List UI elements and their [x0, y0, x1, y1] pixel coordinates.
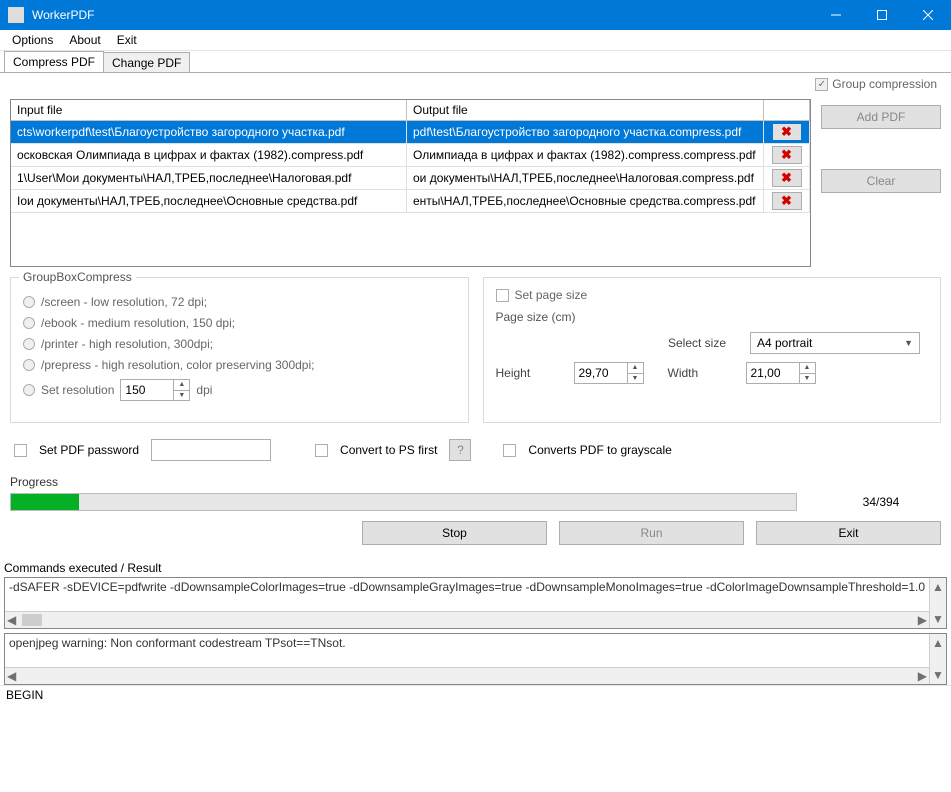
files-table[interactable]: Input file Output file cts\workerpdf\tes…	[10, 99, 811, 267]
stop-button[interactable]: Stop	[362, 521, 547, 545]
col-output-file[interactable]: Output file	[407, 100, 764, 121]
status-bar: BEGIN	[0, 685, 951, 704]
spin-down-icon[interactable]: ▼	[800, 374, 815, 384]
delete-row-button[interactable]: ✖	[772, 169, 802, 187]
progress-text: 34/394	[821, 495, 941, 509]
delete-row-button[interactable]: ✖	[772, 192, 802, 210]
menubar: Options About Exit	[0, 30, 951, 51]
scroll-right-icon: ▶	[918, 613, 927, 627]
set-page-size-checkbox[interactable]	[496, 289, 509, 302]
window-titlebar: WorkerPDF	[0, 0, 951, 30]
set-pdf-password-checkbox[interactable]	[14, 444, 27, 457]
spin-up-icon[interactable]: ▲	[800, 363, 815, 374]
minimize-button[interactable]	[813, 0, 859, 30]
height-spinner[interactable]: ▲▼	[574, 362, 644, 384]
result-textbox[interactable]: openjpeg warning: Non conformant codestr…	[4, 633, 947, 685]
width-label: Width	[668, 366, 722, 380]
convert-to-ps-checkbox[interactable]	[315, 444, 328, 457]
menu-about[interactable]: About	[61, 31, 108, 49]
options-row: Set PDF password Convert to PS first ? C…	[10, 433, 941, 467]
progress-fill	[11, 494, 79, 510]
width-input[interactable]	[747, 363, 799, 383]
page-size-select[interactable]: A4 portrait ▼	[750, 332, 920, 354]
delete-row-button[interactable]: ✖	[772, 123, 802, 141]
radio-ebook[interactable]	[23, 317, 35, 329]
spin-down-icon[interactable]: ▼	[174, 391, 189, 401]
pdf-password-input[interactable]	[151, 439, 271, 461]
commands-textbox[interactable]: -dSAFER -sDEVICE=pdfwrite -dDownsampleCo…	[4, 577, 947, 629]
table-row[interactable]: осковская Олимпиада в цифрах и фактах (1…	[11, 144, 810, 167]
groupbox-compress-legend: GroupBoxCompress	[19, 270, 136, 284]
width-spinner[interactable]: ▲▼	[746, 362, 816, 384]
delete-row-button[interactable]: ✖	[772, 146, 802, 164]
app-icon	[8, 7, 24, 23]
height-label: Height	[496, 366, 550, 380]
groupbox-compress: GroupBoxCompress /screen - low resolutio…	[10, 277, 469, 423]
add-pdf-button[interactable]: Add PDF	[821, 105, 941, 129]
group-compression-label: Group compression	[832, 77, 937, 91]
commands-label: Commands executed / Result	[4, 561, 947, 575]
spin-down-icon[interactable]: ▼	[628, 374, 643, 384]
group-compression-option: ✓ Group compression	[815, 77, 937, 91]
clear-button[interactable]: Clear	[821, 169, 941, 193]
progress-label: Progress	[10, 475, 941, 489]
radio-set-resolution[interactable]	[23, 384, 35, 396]
table-row[interactable]: Iои документы\НАЛ,ТРЕБ,последнее\Основны…	[11, 190, 810, 213]
tab-strip: Compress PDF Change PDF	[0, 51, 951, 72]
scroll-left-icon: ◀	[7, 613, 16, 627]
table-row[interactable]: 1\User\Мои документы\НАЛ,ТРЕБ,последнее\…	[11, 167, 810, 190]
scrollbar-horizontal[interactable]: ◀▶	[5, 667, 929, 684]
run-button[interactable]: Run	[559, 521, 744, 545]
scroll-down-icon: ▼	[932, 668, 944, 682]
spin-up-icon[interactable]: ▲	[174, 380, 189, 391]
height-input[interactable]	[575, 363, 627, 383]
scroll-up-icon: ▲	[932, 636, 944, 650]
menu-exit[interactable]: Exit	[109, 31, 145, 49]
select-size-label: Select size	[668, 336, 726, 350]
grayscale-checkbox[interactable]	[503, 444, 516, 457]
tab-compress-pdf[interactable]: Compress PDF	[4, 51, 104, 72]
maximize-button[interactable]	[859, 0, 905, 30]
group-compression-checkbox[interactable]: ✓	[815, 78, 828, 91]
scroll-up-icon: ▲	[932, 580, 944, 594]
window-title: WorkerPDF	[32, 8, 813, 22]
resolution-spinner[interactable]: ▲▼	[120, 379, 190, 401]
progress-bar	[10, 493, 797, 511]
radio-prepress[interactable]	[23, 359, 35, 371]
resolution-input[interactable]	[121, 380, 173, 400]
scroll-down-icon: ▼	[932, 612, 944, 626]
chevron-down-icon: ▼	[904, 338, 913, 348]
page-size-section-label: Page size (cm)	[496, 310, 929, 324]
menu-options[interactable]: Options	[4, 31, 61, 49]
tab-panel-compress: ✓ Group compression Input file Output fi…	[0, 72, 951, 553]
close-button[interactable]	[905, 0, 951, 30]
exit-button[interactable]: Exit	[756, 521, 941, 545]
scrollbar-horizontal[interactable]: ◀▶	[5, 611, 929, 628]
scrollbar-vertical[interactable]: ▲▼	[929, 578, 946, 628]
col-input-file[interactable]: Input file	[11, 100, 407, 121]
table-row[interactable]: cts\workerpdf\test\Благоустройство загор…	[11, 121, 810, 144]
spin-up-icon[interactable]: ▲	[628, 363, 643, 374]
tab-change-pdf[interactable]: Change PDF	[103, 52, 190, 73]
radio-printer[interactable]	[23, 338, 35, 350]
scrollbar-vertical[interactable]: ▲▼	[929, 634, 946, 684]
groupbox-pagesize: Set page size Page size (cm) Select size…	[483, 277, 942, 423]
scroll-left-icon: ◀	[7, 669, 16, 683]
convert-ps-help-button[interactable]: ?	[449, 439, 471, 461]
col-delete	[764, 100, 810, 121]
scroll-right-icon: ▶	[918, 669, 927, 683]
radio-screen[interactable]	[23, 296, 35, 308]
